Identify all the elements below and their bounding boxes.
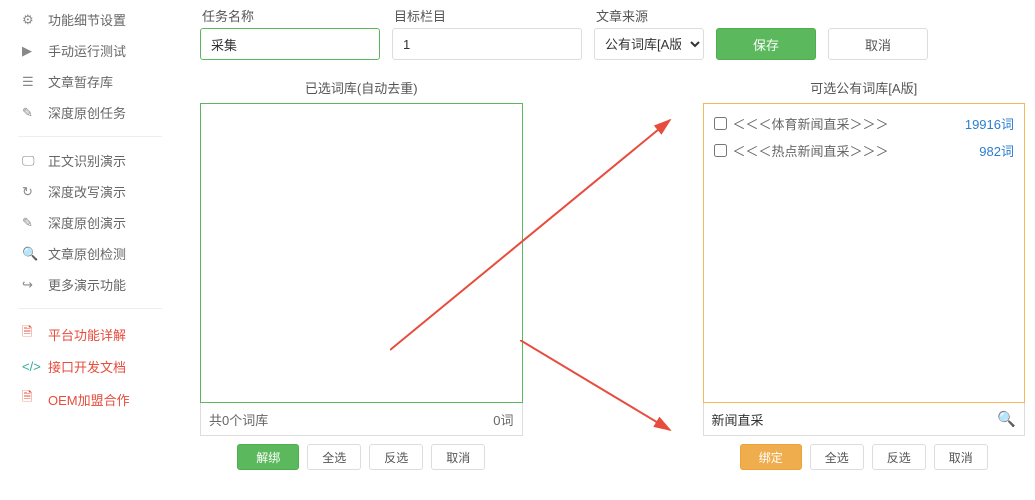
main-content: 任务名称 目标栏目 文章来源 公有词库[A版] 保存 取消 已选词库(自动去重)… xyxy=(200,0,1025,470)
sidebar-item-label: 接口开发文档 xyxy=(48,357,126,376)
sidebar-divider xyxy=(18,136,162,137)
selected-panel-footer: 共0个词库 0词 xyxy=(200,402,523,436)
share-icon: ↪ xyxy=(22,277,38,293)
monitor-icon: 🖵 xyxy=(22,153,38,169)
sidebar-item-label: 更多演示功能 xyxy=(48,275,126,294)
unbind-button[interactable]: 解绑 xyxy=(237,444,299,470)
sidebar-item-label: 文章原创检测 xyxy=(48,244,126,263)
source-select[interactable]: 公有词库[A版] xyxy=(594,28,704,60)
available-panel-footer: 🔍 xyxy=(703,402,1026,436)
source-label: 文章来源 xyxy=(596,6,704,25)
doc-icon: 🗎 xyxy=(22,323,38,345)
invert-select-button[interactable]: 反选 xyxy=(369,444,423,470)
sidebar-item-manual-run[interactable]: ▶ 手动运行测试 xyxy=(0,35,180,66)
sidebar-item-api-doc[interactable]: </> 接口开发文档 xyxy=(0,351,180,382)
bind-button[interactable]: 绑定 xyxy=(740,444,802,470)
available-panel-actions: 绑定 全选 反选 取消 xyxy=(703,444,1026,470)
wordlib-checkbox[interactable] xyxy=(714,117,727,130)
select-all-button[interactable]: 全选 xyxy=(307,444,361,470)
sidebar-item-oem[interactable]: 🗎 OEM加盟合作 xyxy=(0,382,180,416)
sidebar-item-label: 正文识别演示 xyxy=(48,151,126,170)
task-name-label: 任务名称 xyxy=(202,6,380,25)
refresh-icon: ↻ xyxy=(22,184,38,200)
wordlib-search-input[interactable] xyxy=(712,403,998,435)
list-icon: ☰ xyxy=(22,74,38,90)
panels: 已选词库(自动去重) 共0个词库 0词 解绑 全选 反选 取消 可选公有词库[A… xyxy=(200,78,1025,470)
sidebar-item-label: 平台功能详解 xyxy=(48,325,126,344)
play-icon: ▶ xyxy=(22,43,38,59)
wordlib-count: 982词 xyxy=(979,141,1014,160)
wordlib-name: ＜＜＜体育新闻直采＞＞＞ xyxy=(733,114,889,133)
sidebar-item-deep-original-demo[interactable]: ✎ 深度原创演示 xyxy=(0,207,180,238)
selected-wordlib-panel: 已选词库(自动去重) 共0个词库 0词 解绑 全选 反选 取消 xyxy=(200,78,523,470)
selected-word-total: 0词 xyxy=(493,410,513,429)
save-button[interactable]: 保存 xyxy=(716,28,816,60)
sidebar-item-label: OEM加盟合作 xyxy=(48,390,130,409)
edit-icon: ✎ xyxy=(22,105,38,121)
available-wordlib-panel: 可选公有词库[A版] ＜＜＜体育新闻直采＞＞＞ 19916词 ＜＜＜热点新闻直采… xyxy=(703,78,1026,470)
cancel-select-button[interactable]: 取消 xyxy=(431,444,485,470)
wordlib-count: 19916词 xyxy=(965,114,1014,133)
sidebar-item-deep-rewrite-demo[interactable]: ↻ 深度改写演示 xyxy=(0,176,180,207)
sidebar: ⚙ 功能细节设置 ▶ 手动运行测试 ☰ 文章暂存库 ✎ 深度原创任务 🖵 正文识… xyxy=(0,0,180,500)
code-icon: </> xyxy=(22,359,38,374)
sidebar-item-deep-original-task[interactable]: ✎ 深度原创任务 xyxy=(0,97,180,128)
sidebar-item-text-recog-demo[interactable]: 🖵 正文识别演示 xyxy=(0,145,180,176)
sidebar-item-label: 功能细节设置 xyxy=(48,10,126,29)
sidebar-item-article-check[interactable]: 🔍 文章原创检测 xyxy=(0,238,180,269)
sidebar-item-label: 深度原创演示 xyxy=(48,213,126,232)
search-icon[interactable]: 🔍 xyxy=(997,410,1016,428)
selected-count-label: 共0个词库 xyxy=(209,410,268,429)
wordlib-checkbox[interactable] xyxy=(714,144,727,157)
target-col-input[interactable] xyxy=(392,28,582,60)
wordlib-name: ＜＜＜热点新闻直采＞＞＞ xyxy=(733,141,889,160)
available-panel-title: 可选公有词库[A版] xyxy=(703,78,1026,97)
wordlib-item[interactable]: ＜＜＜体育新闻直采＞＞＞ 19916词 xyxy=(712,110,1017,137)
available-panel-box: ＜＜＜体育新闻直采＞＞＞ 19916词 ＜＜＜热点新闻直采＞＞＞ 982词 xyxy=(703,103,1026,403)
invert-select-button[interactable]: 反选 xyxy=(872,444,926,470)
sidebar-item-more-demo[interactable]: ↪ 更多演示功能 xyxy=(0,269,180,300)
form-row: 任务名称 目标栏目 文章来源 公有词库[A版] 保存 取消 xyxy=(200,0,1025,64)
selected-panel-title: 已选词库(自动去重) xyxy=(200,78,523,97)
selected-panel-actions: 解绑 全选 反选 取消 xyxy=(200,444,523,470)
doc-icon: 🗎 xyxy=(22,388,38,410)
search-icon: 🔍 xyxy=(22,246,38,262)
gears-icon: ⚙ xyxy=(22,12,38,28)
sidebar-item-label: 深度原创任务 xyxy=(48,103,126,122)
selected-panel-box xyxy=(200,103,523,403)
edit-icon: ✎ xyxy=(22,215,38,231)
wordlib-item[interactable]: ＜＜＜热点新闻直采＞＞＞ 982词 xyxy=(712,137,1017,164)
sidebar-item-platform-guide[interactable]: 🗎 平台功能详解 xyxy=(0,317,180,351)
cancel-select-button[interactable]: 取消 xyxy=(934,444,988,470)
task-name-input[interactable] xyxy=(200,28,380,60)
sidebar-item-label: 手动运行测试 xyxy=(48,41,126,60)
sidebar-item-label: 文章暂存库 xyxy=(48,72,113,91)
sidebar-divider xyxy=(18,308,162,309)
sidebar-item-settings[interactable]: ⚙ 功能细节设置 xyxy=(0,4,180,35)
select-all-button[interactable]: 全选 xyxy=(810,444,864,470)
target-col-label: 目标栏目 xyxy=(394,6,582,25)
cancel-button[interactable]: 取消 xyxy=(828,28,928,60)
sidebar-item-article-store[interactable]: ☰ 文章暂存库 xyxy=(0,66,180,97)
sidebar-item-label: 深度改写演示 xyxy=(48,182,126,201)
